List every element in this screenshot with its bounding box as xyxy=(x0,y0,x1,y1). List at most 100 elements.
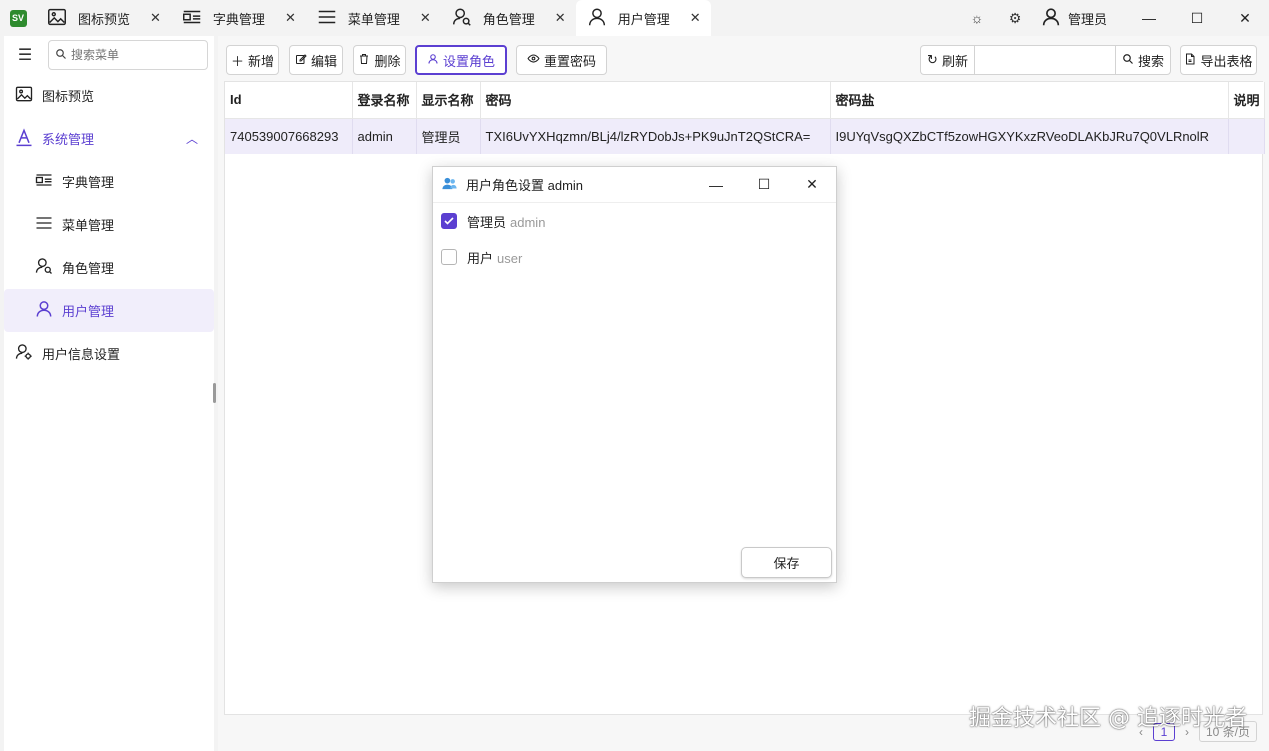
tab-user[interactable]: 用户管理 ✕ xyxy=(575,0,711,36)
column-header-description[interactable]: 说明 xyxy=(1228,82,1265,119)
close-icon[interactable]: ✕ xyxy=(150,10,161,26)
tab-dictionary[interactable]: 字典管理 ✕ xyxy=(171,0,306,36)
refresh-button[interactable]: ↻ 刷新 xyxy=(920,45,975,75)
role-search-icon xyxy=(451,6,473,31)
role-code: admin xyxy=(510,214,546,230)
theme-toggle-button[interactable]: ☼ xyxy=(958,0,996,36)
sidebar-item-dictionary[interactable]: 字典管理 xyxy=(4,160,214,203)
user-name: 管理员 xyxy=(1067,11,1107,27)
document-icon xyxy=(1184,53,1196,68)
settings-button[interactable]: ⚙ xyxy=(996,0,1034,36)
dialog-minimize-button[interactable]: — xyxy=(692,167,740,203)
reset-password-label: 重置密码 xyxy=(543,53,596,69)
column-header-password-salt[interactable]: 密码盐 xyxy=(830,82,1229,119)
role-code: user xyxy=(497,250,523,266)
sidebar-item-user[interactable]: 用户管理 xyxy=(4,289,214,332)
search-input[interactable] xyxy=(974,45,1116,75)
role-option-admin[interactable]: 管理员 admin xyxy=(433,203,836,239)
column-header-login-name[interactable]: 登录名称 xyxy=(352,82,417,119)
cell-id[interactable]: 740539007668293 xyxy=(225,118,353,154)
sidebar-item-icon-preview[interactable]: 图标预览 xyxy=(4,74,214,117)
sidebar-search-input[interactable] xyxy=(71,48,201,62)
role-checkbox-user[interactable] xyxy=(441,249,457,265)
tab-menu[interactable]: 菜单管理 ✕ xyxy=(306,0,441,36)
gear-icon: ⚙ xyxy=(1008,9,1022,26)
chevron-up-icon[interactable]: ︿ xyxy=(186,130,198,147)
sidebar-item-label: 用户管理 xyxy=(62,304,115,319)
edit-label: 编辑 xyxy=(310,53,337,69)
role-search-icon xyxy=(34,256,54,279)
minimize-button[interactable]: — xyxy=(1125,0,1173,36)
user-icon xyxy=(427,53,439,68)
user-role-dialog: 用户角色设置 admin — ☐ ✕ 管理员 admin 用户 user 保存 xyxy=(432,166,837,583)
dialog-title: 用户角色设置 admin xyxy=(466,178,584,193)
user-menu[interactable]: 管理员 xyxy=(1034,6,1125,31)
dialog-close-button[interactable]: ✕ xyxy=(788,167,836,203)
sidebar-item-label: 系统管理 xyxy=(42,132,95,147)
close-window-button[interactable]: ✕ xyxy=(1221,0,1269,36)
sidebar-group-system[interactable]: 系统管理 ︿ xyxy=(4,117,214,160)
sidebar-item-label: 用户信息设置 xyxy=(42,347,121,362)
edit-button[interactable]: 编辑 xyxy=(289,45,343,75)
maximize-button[interactable]: ☐ xyxy=(1173,0,1221,36)
tab-role[interactable]: 角色管理 ✕ xyxy=(441,0,576,36)
column-header-display-name[interactable]: 显示名称 xyxy=(416,82,481,119)
app-logo-badge: SV xyxy=(9,9,27,27)
search-button[interactable]: 搜索 xyxy=(1115,45,1171,75)
close-icon[interactable]: ✕ xyxy=(555,10,566,26)
table-header-row: Id 登录名称 显示名称 密码 密码盐 说明 xyxy=(225,82,1265,119)
cell-password[interactable]: TXI6UvYXHqzmn/BLj4/lzRYDobJs+PK9uJnT2QSt… xyxy=(480,118,831,154)
sidebar-splitter[interactable] xyxy=(213,383,216,403)
set-role-label: 设置角色 xyxy=(442,53,495,69)
close-icon[interactable]: ✕ xyxy=(420,10,431,26)
hamburger-icon[interactable]: ☰ xyxy=(10,40,40,70)
cell-description[interactable] xyxy=(1228,118,1265,154)
close-icon[interactable]: ✕ xyxy=(690,10,701,26)
set-role-button[interactable]: 设置角色 xyxy=(415,45,507,75)
sidebar-item-label: 角色管理 xyxy=(62,261,115,276)
title-bar: SV 图标预览 ✕ 字典管理 ✕ 菜单管理 ✕ 角色管理 ✕ 用户管理 ✕ ☼ xyxy=(0,0,1269,36)
column-header-password[interactable]: 密码 xyxy=(480,82,831,119)
cell-display-name[interactable]: 管理员 xyxy=(416,118,481,154)
tab-label: 菜单管理 xyxy=(347,11,400,27)
sidebar-item-menu[interactable]: 菜单管理 xyxy=(4,203,214,246)
tab-label: 角色管理 xyxy=(482,11,535,27)
add-button[interactable]: ＋新增 xyxy=(226,45,279,75)
toolbar: ＋新增 编辑 删除 设置角色 重置密码 ↻ 刷新 搜索 导出表格 xyxy=(226,45,1257,75)
save-button[interactable]: 保存 xyxy=(741,547,832,578)
column-header-id[interactable]: Id xyxy=(225,82,353,119)
cell-login-name[interactable]: admin xyxy=(352,118,417,154)
reset-password-button[interactable]: 重置密码 xyxy=(516,45,607,75)
trash-icon xyxy=(358,53,370,68)
user-settings-icon xyxy=(14,342,34,365)
tab-icon-preview[interactable]: 图标预览 ✕ xyxy=(36,0,171,36)
app-logo: SV xyxy=(0,0,36,36)
dialog-title-bar: 用户角色设置 admin — ☐ ✕ xyxy=(433,167,836,203)
minimize-icon: — xyxy=(1142,10,1156,26)
search-label: 搜索 xyxy=(1137,53,1164,69)
delete-button[interactable]: 删除 xyxy=(353,45,406,75)
close-icon: ✕ xyxy=(1239,9,1251,26)
sidebar-item-user-info[interactable]: 用户信息设置 xyxy=(4,332,214,375)
dictionary-icon xyxy=(34,170,54,193)
export-label: 导出表格 xyxy=(1200,53,1253,69)
table-row[interactable]: 740539007668293 admin 管理员 TXI6UvYXHqzmn/… xyxy=(225,118,1265,154)
letter-a-icon xyxy=(14,127,34,150)
tab-label: 用户管理 xyxy=(617,11,670,27)
dialog-window-controls: — ☐ ✕ xyxy=(692,167,836,203)
close-icon[interactable]: ✕ xyxy=(285,10,296,26)
cell-password-salt[interactable]: I9UYqVsgQXZbCTf5zowHGXYKxzRVeoDLAKbJRu7Q… xyxy=(830,118,1229,154)
export-button[interactable]: 导出表格 xyxy=(1180,45,1257,75)
sidebar-search xyxy=(48,40,208,70)
sidebar-item-role[interactable]: 角色管理 xyxy=(4,246,214,289)
tab-label: 字典管理 xyxy=(212,11,265,27)
sun-icon: ☼ xyxy=(970,10,984,26)
user-avatar-icon xyxy=(1040,6,1062,31)
role-checkbox-admin[interactable] xyxy=(441,213,457,229)
tab-label: 图标预览 xyxy=(78,11,131,27)
dialog-maximize-button[interactable]: ☐ xyxy=(740,167,788,203)
sidebar: ☰ 图标预览 系统管理 ︿ 字典管理 菜单管理 角色管理 用户管理 用户信息设置 xyxy=(4,36,214,751)
sidebar-item-label: 图标预览 xyxy=(42,89,95,104)
eye-icon xyxy=(527,52,540,68)
role-option-user[interactable]: 用户 user xyxy=(433,239,836,275)
